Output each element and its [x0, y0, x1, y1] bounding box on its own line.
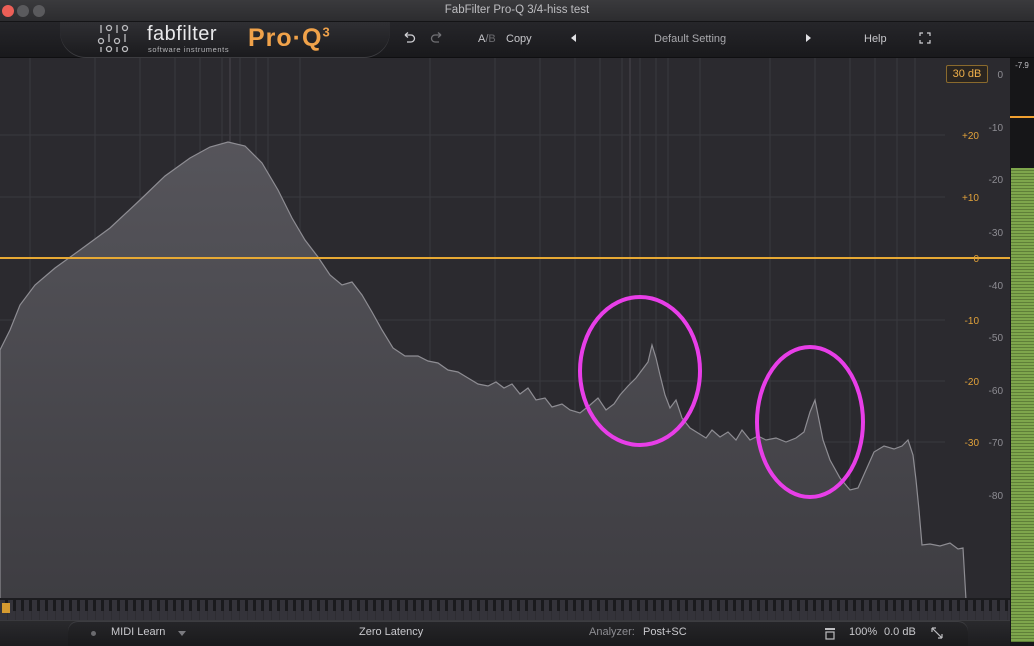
analyzer-scale-minus20: -20	[989, 175, 1004, 186]
spectrum-view: +20 +10 0 -10 -20 -30 0 -10 -20 -30 -40 …	[0, 58, 1010, 620]
brand-subtitle: software instruments	[148, 45, 230, 54]
analyzer-label: Analyzer:	[589, 626, 635, 638]
product-label: Pro·Q	[248, 24, 323, 52]
analyzer-scale-minus80: -80	[989, 491, 1004, 502]
eq-display[interactable]: +20 +10 0 -10 -20 -30 0 -10 -20 -30 -40 …	[0, 58, 1010, 620]
brand-name: fabfilter	[147, 23, 218, 45]
piano-keyboard	[0, 598, 1010, 620]
help-button[interactable]: Help	[864, 33, 887, 45]
output-gain-value[interactable]: 0.0 dB	[884, 626, 916, 638]
window-titlebar: FabFilter Pro-Q 3/4-hiss test	[0, 0, 1034, 22]
resize-icon[interactable]	[930, 626, 944, 640]
redo-icon[interactable]	[429, 30, 445, 46]
ab-toggle[interactable]: A/B	[478, 33, 496, 45]
display-range-button[interactable]: 30 dB	[946, 65, 988, 83]
fullscreen-icon[interactable]	[917, 30, 933, 46]
product-name: Pro·Q3	[248, 24, 331, 53]
undo-icon[interactable]	[401, 30, 417, 46]
ab-b-label: B	[488, 33, 496, 45]
midi-dropdown-icon[interactable]	[178, 631, 186, 636]
analyzer-scale-minus40: -40	[989, 281, 1004, 292]
analyzer-scale-minus70: -70	[989, 438, 1004, 449]
meter-peak-value: -7.9	[1015, 61, 1029, 70]
analyzer-scale-minus50: -50	[989, 333, 1004, 344]
midi-status-dot	[91, 631, 96, 636]
analyzer-mode-button[interactable]: Post+SC	[643, 626, 687, 638]
analyzer-scale-minus10: -10	[989, 123, 1004, 134]
latency-mode-button[interactable]: Zero Latency	[359, 626, 423, 638]
eq-scale-plus10: +10	[962, 193, 979, 204]
analyzer-scale-0: 0	[997, 70, 1003, 81]
plugin-header: fabfilter software instruments Pro·Q3 A/…	[0, 22, 1034, 58]
analyzer-scale-minus60: -60	[989, 386, 1004, 397]
meter-peak-marker	[1010, 116, 1034, 118]
meter-level-bar	[1011, 168, 1034, 642]
window-title: FabFilter Pro-Q 3/4-hiss test	[444, 4, 590, 16]
eq-scale-minus10: -10	[965, 316, 980, 327]
output-settings-icon[interactable]	[824, 627, 836, 641]
eq-scale-minus30: -30	[965, 438, 980, 449]
eq-scale-minus20: -20	[965, 377, 980, 388]
copy-button[interactable]: Copy	[506, 33, 532, 45]
eq-scale-0: 0	[973, 254, 979, 265]
product-version: 3	[322, 24, 331, 40]
midi-learn-button[interactable]: MIDI Learn	[111, 626, 165, 638]
zoom-value[interactable]: 100%	[849, 626, 877, 638]
next-preset-icon[interactable]	[800, 30, 816, 46]
preset-name[interactable]: Default Setting	[654, 33, 726, 45]
bottom-bar: MIDI Learn Zero Latency Analyzer: Post+S…	[0, 620, 1010, 646]
keyboard-highlight	[2, 603, 10, 613]
fabfilter-logo-icon	[97, 24, 129, 53]
prev-preset-icon[interactable]	[566, 30, 582, 46]
analyzer-scale-minus30: -30	[989, 228, 1004, 239]
eq-scale-plus20: +20	[962, 131, 979, 142]
